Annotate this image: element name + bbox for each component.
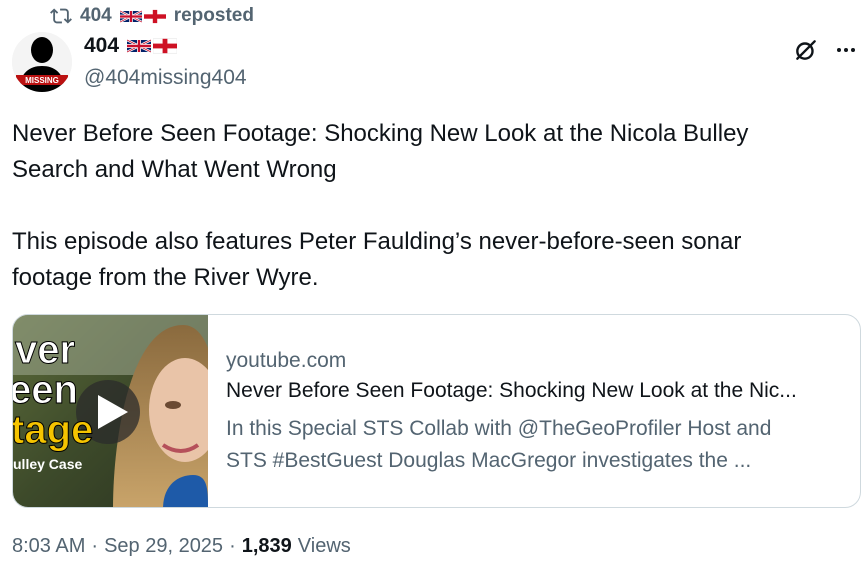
england-flag-icon: [153, 38, 178, 54]
uk-flag-icon: [119, 9, 142, 23]
views-count: 1,839: [241, 535, 292, 557]
more-button[interactable]: [830, 34, 862, 66]
card-title: Never Before Seen Footage: Shocking New …: [226, 379, 797, 402]
grok-button[interactable]: [790, 34, 822, 66]
grok-icon: [796, 40, 816, 60]
repost-user[interactable]: 404: [80, 5, 112, 27]
repost-icon: [50, 5, 72, 27]
card-info[interactable]: youtube.com Never Before Seen Footage: S…: [208, 315, 836, 507]
thumb-text-4: ulley Case: [13, 456, 82, 472]
post-text: Never Before Seen Footage: Shocking New …: [12, 116, 852, 296]
link-card[interactable]: ver een tage ulley Case youtube.com Neve…: [12, 314, 861, 508]
author-handle[interactable]: @404missing404: [84, 66, 247, 90]
card-desc-line-2: STS #BestGuest Douglas MacGregor investi…: [226, 449, 752, 472]
video-thumbnail[interactable]: ver een tage ulley Case: [13, 315, 208, 507]
avatar[interactable]: MISSING: [12, 32, 72, 92]
card-domain: youtube.com: [226, 349, 347, 372]
avatar-text: MISSING: [25, 76, 59, 85]
repost-header[interactable]: 404 reposted: [50, 4, 254, 28]
card-desc-line-1: In this Special STS Collab with @TheGeoP…: [226, 417, 772, 440]
card-description: In this Special STS Collab with @TheGeoP…: [226, 413, 836, 477]
flag-icons: [119, 9, 166, 24]
meta-separator: ·: [229, 535, 236, 557]
thumb-text-2: een: [13, 368, 78, 412]
post-line-3: This episode also features Peter Fauldin…: [12, 228, 742, 255]
england-flag-icon: [143, 9, 166, 23]
post-line-1: Never Before Seen Footage: Shocking New …: [12, 120, 749, 147]
post-meta: 8:03 AM · Sep 29, 2025 · 1,839 Views: [12, 535, 351, 558]
post-date[interactable]: Sep 29, 2025: [104, 535, 223, 558]
meta-separator: ·: [91, 535, 99, 557]
repost-label: reposted: [173, 5, 254, 26]
author-name[interactable]: 404: [84, 34, 119, 58]
more-icon: [837, 48, 855, 52]
author-name-row[interactable]: 404: [84, 34, 178, 58]
thumb-text-3: tage: [13, 408, 93, 452]
author-flag-icons: [127, 38, 178, 54]
post-line-4: footage from the River Wyre.: [12, 264, 319, 291]
post-line-2: Search and What Went Wrong: [12, 156, 337, 183]
post-time[interactable]: 8:03 AM: [12, 535, 85, 558]
uk-flag-icon: [127, 38, 152, 54]
views-label: Views: [297, 535, 351, 557]
thumb-text-1: ver: [15, 328, 75, 372]
